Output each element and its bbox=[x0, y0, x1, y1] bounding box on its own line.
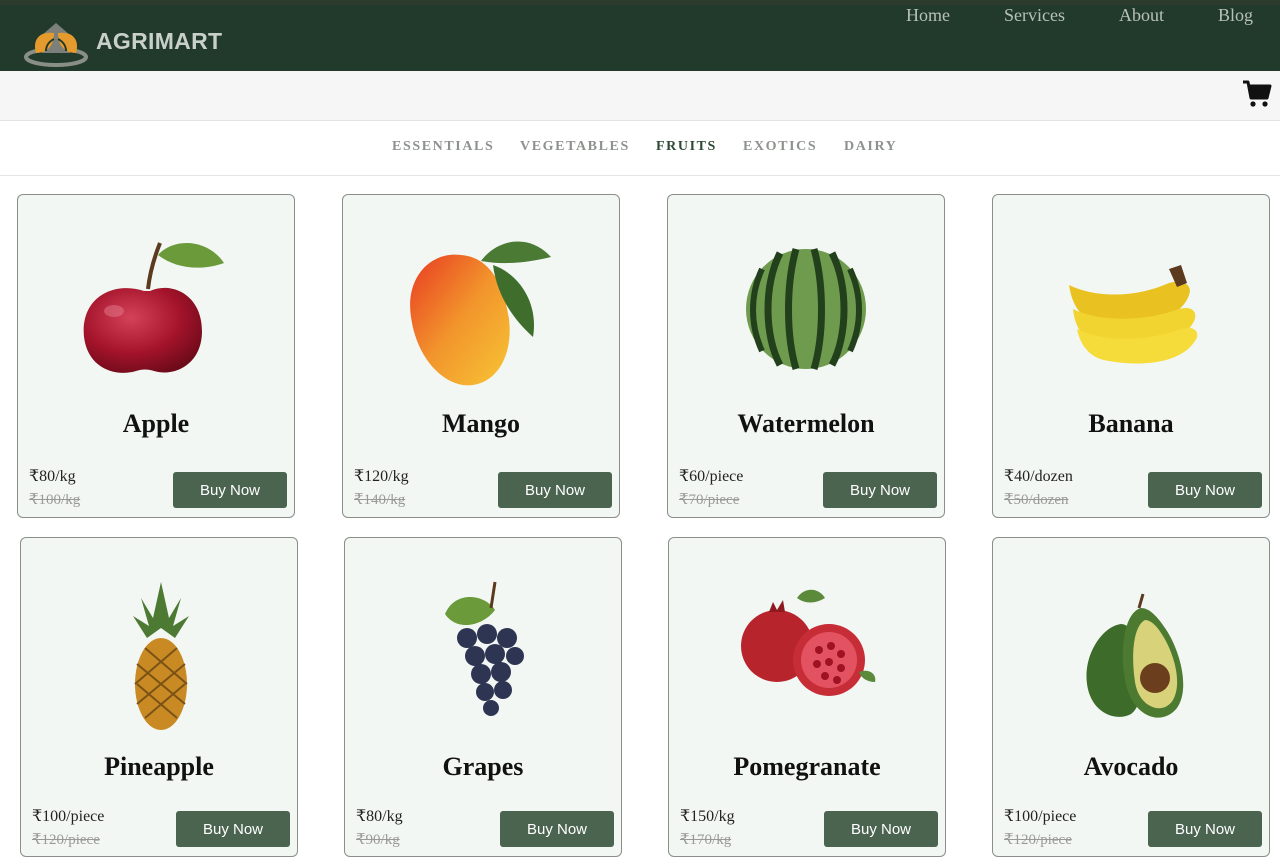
buy-now-button[interactable]: Buy Now bbox=[823, 472, 937, 508]
nav-blog[interactable]: Blog bbox=[1218, 5, 1253, 26]
nav-about[interactable]: About bbox=[1119, 5, 1164, 26]
tab-essentials[interactable]: ESSENTIALS bbox=[392, 139, 494, 155]
buy-now-button[interactable]: Buy Now bbox=[500, 811, 614, 847]
pineapple-icon bbox=[21, 568, 297, 738]
product-card: Mango ₹120/kg ₹140/kg Buy Now bbox=[342, 194, 620, 518]
watermelon-icon bbox=[668, 225, 944, 395]
product-price: ₹100/piece bbox=[1004, 808, 1077, 825]
nav-services[interactable]: Services bbox=[1004, 5, 1065, 26]
product-card: Watermelon ₹60/piece ₹70/piece Buy Now bbox=[667, 194, 945, 518]
product-name: Pomegranate bbox=[733, 752, 881, 781]
product-price: ₹40/dozen bbox=[1004, 468, 1073, 485]
banana-icon bbox=[993, 225, 1269, 395]
buy-now-button[interactable]: Buy Now bbox=[176, 811, 290, 847]
product-card: Avocado ₹100/piece ₹120/piece Buy Now bbox=[992, 537, 1270, 857]
product-card: Pineapple ₹100/piece ₹120/piece Buy Now bbox=[20, 537, 298, 857]
product-old-price: ₹100/kg bbox=[29, 492, 81, 508]
tab-dairy[interactable]: DAIRY bbox=[844, 139, 897, 155]
brand-name: AGRIMART bbox=[96, 27, 223, 54]
product-old-price: ₹120/piece bbox=[1004, 832, 1072, 848]
mango-icon bbox=[343, 225, 619, 395]
product-price: ₹80/kg bbox=[29, 468, 76, 485]
apple-icon bbox=[18, 225, 294, 395]
product-name: Banana bbox=[1088, 409, 1174, 438]
tab-vegetables[interactable]: VEGETABLES bbox=[520, 139, 630, 155]
product-name: Avocado bbox=[1083, 752, 1179, 781]
buy-now-button[interactable]: Buy Now bbox=[1148, 811, 1262, 847]
sub-bar bbox=[0, 71, 1280, 121]
buy-now-button[interactable]: Buy Now bbox=[824, 811, 938, 847]
tab-fruits[interactable]: FRUITS bbox=[656, 139, 717, 155]
avocado-icon bbox=[993, 568, 1269, 738]
product-price: ₹100/piece bbox=[32, 808, 105, 825]
product-card: Grapes ₹80/kg ₹90/kg Buy Now bbox=[344, 537, 622, 857]
product-card: Pomegranate ₹150/kg ₹170/kg Buy Now bbox=[668, 537, 946, 857]
grapes-icon bbox=[345, 568, 621, 738]
product-price: ₹80/kg bbox=[356, 808, 403, 825]
product-old-price: ₹50/dozen bbox=[1004, 492, 1069, 508]
agrimart-logo-icon bbox=[24, 13, 88, 69]
product-price: ₹60/piece bbox=[679, 468, 744, 485]
product-old-price: ₹70/piece bbox=[679, 492, 740, 508]
product-price: ₹120/kg bbox=[354, 468, 409, 485]
cart-icon[interactable] bbox=[1242, 79, 1272, 109]
nav-home[interactable]: Home bbox=[906, 5, 950, 26]
product-name: Grapes bbox=[442, 752, 524, 781]
product-card: Apple ₹80/kg ₹100/kg Buy Now bbox=[17, 194, 295, 518]
product-name: Pineapple bbox=[104, 752, 214, 781]
pomegranate-icon bbox=[669, 568, 945, 738]
product-name: Watermelon bbox=[737, 409, 875, 438]
product-old-price: ₹140/kg bbox=[354, 492, 406, 508]
product-old-price: ₹170/kg bbox=[680, 832, 732, 848]
buy-now-button[interactable]: Buy Now bbox=[498, 472, 612, 508]
buy-now-button[interactable]: Buy Now bbox=[173, 472, 287, 508]
product-old-price: ₹120/piece bbox=[32, 832, 100, 848]
buy-now-button[interactable]: Buy Now bbox=[1148, 472, 1262, 508]
brand[interactable]: AGRIMART bbox=[24, 13, 222, 69]
product-price: ₹150/kg bbox=[680, 808, 735, 825]
product-card: Banana ₹40/dozen ₹50/dozen Buy Now bbox=[992, 194, 1270, 518]
top-navbar: AGRIMART Home Services About Blog bbox=[0, 0, 1280, 71]
product-old-price: ₹90/kg bbox=[356, 832, 400, 848]
product-name: Apple bbox=[122, 409, 190, 438]
product-name: Mango bbox=[442, 409, 520, 438]
tab-exotics[interactable]: EXOTICS bbox=[743, 139, 817, 155]
category-tabs: ESSENTIALS VEGETABLES FRUITS EXOTICS DAI… bbox=[0, 122, 1280, 176]
